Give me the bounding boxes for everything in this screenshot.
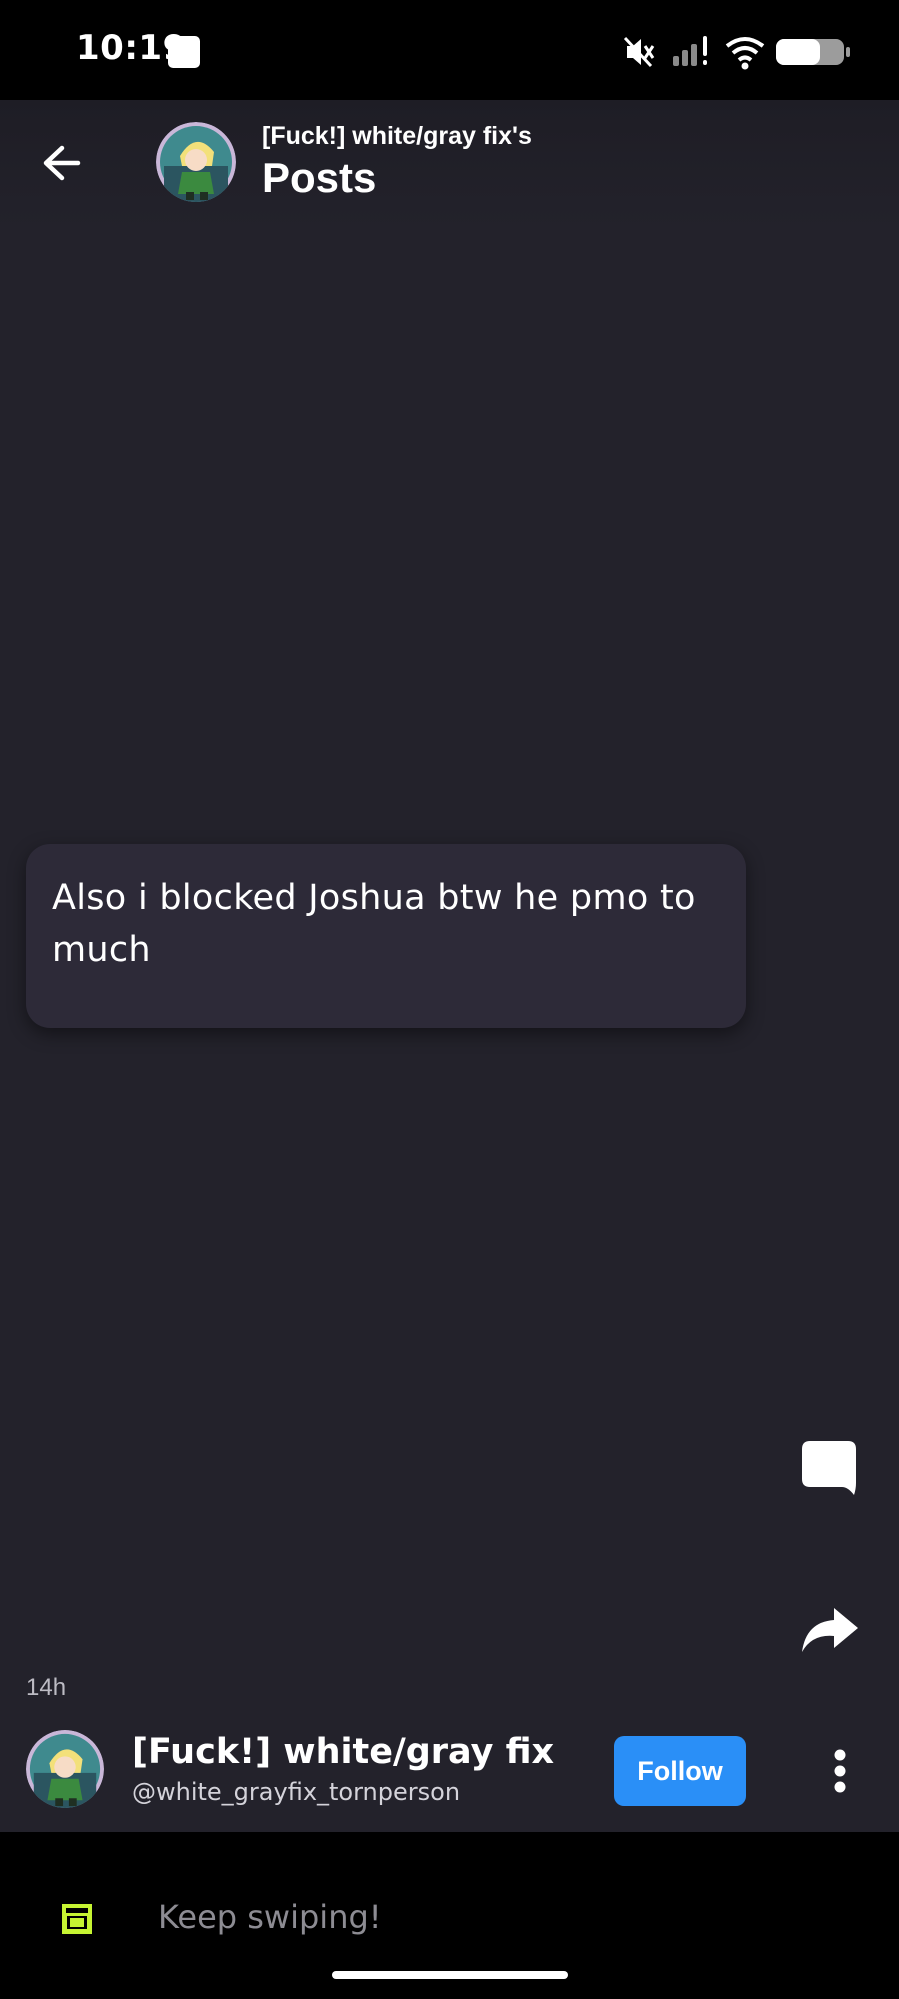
keep-swiping-text[interactable]: Keep swiping! <box>158 1898 382 1936</box>
share-button[interactable] <box>789 1590 869 1670</box>
post-card[interactable]: Also i blocked Joshua btw he pmo to much <box>26 844 746 1028</box>
comment-button[interactable] <box>789 1428 869 1508</box>
status-bar: 10:19 <box>0 0 899 100</box>
page-title: Posts <box>262 154 377 201</box>
follow-button[interactable]: Follow <box>614 1736 746 1806</box>
notification-square-icon <box>168 36 200 68</box>
author-avatar[interactable] <box>26 1730 104 1808</box>
back-arrow-icon <box>43 145 81 181</box>
post-timestamp: 14h <box>26 1674 67 1701</box>
bottom-bar: Keep swiping! <box>0 1832 899 1999</box>
more-vertical-icon <box>834 1749 846 1793</box>
more-options-button[interactable] <box>816 1736 864 1806</box>
header-subtitle: [Fuck!] white/gray fix's <box>262 122 532 150</box>
avatar[interactable] <box>156 122 236 202</box>
author-name[interactable]: [Fuck!] white/gray fix <box>132 1732 554 1772</box>
wifi-icon <box>725 37 765 70</box>
signal-icon <box>673 36 707 66</box>
post-text: Also i blocked Joshua btw he pmo to much <box>52 878 696 970</box>
back-button[interactable] <box>36 138 88 188</box>
share-arrow-icon <box>802 1608 858 1652</box>
author-handle[interactable]: @white_grayfix_tornperson <box>132 1778 460 1806</box>
app-icon[interactable] <box>62 1904 92 1934</box>
battery-icon <box>776 39 850 65</box>
author-row: [Fuck!] white/gray fix @white_grayfix_to… <box>0 1726 899 1836</box>
comment-icon <box>802 1441 856 1495</box>
home-indicator[interactable] <box>332 1971 568 1979</box>
mute-icon <box>623 36 655 68</box>
header: [Fuck!] white/gray fix's Posts <box>0 100 899 230</box>
